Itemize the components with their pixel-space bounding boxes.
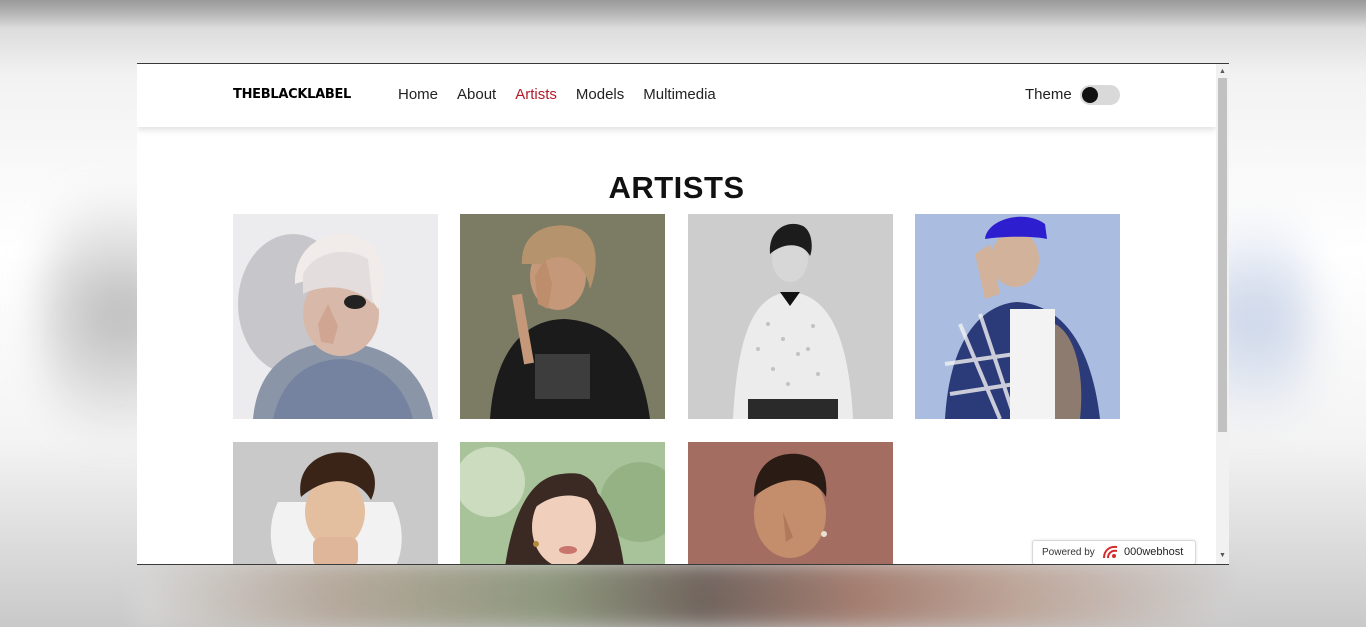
artist-grid [233, 214, 1120, 564]
theme-label: Theme [1025, 86, 1072, 103]
theme-toggle[interactable] [1080, 85, 1120, 105]
vertical-scrollbar[interactable]: ▲ ▼ [1216, 64, 1229, 564]
artist-card-7[interactable] [688, 442, 893, 564]
artist-card-5[interactable] [233, 442, 438, 564]
nav-link-artists[interactable]: Artists [515, 86, 557, 103]
webhost-logo-icon [1101, 544, 1121, 563]
browser-window: THEBLACKLABEL Home About Artists Models … [137, 63, 1229, 565]
scroll-up-arrow-icon[interactable]: ▲ [1216, 66, 1229, 78]
artist-photo-6 [460, 442, 665, 564]
artist-card-1[interactable] [233, 214, 438, 419]
nav-link-multimedia[interactable]: Multimedia [643, 86, 716, 103]
artist-photo-7 [688, 442, 893, 564]
site-logo[interactable]: THEBLACKLABEL [233, 87, 351, 102]
artist-card-2[interactable] [460, 214, 665, 419]
artist-photo-1 [233, 214, 438, 419]
backdrop-top [0, 0, 1366, 28]
artist-card-6[interactable] [460, 442, 665, 564]
powered-by-badge[interactable]: Powered by 000webhost [1032, 540, 1196, 564]
nav-link-models[interactable]: Models [576, 86, 624, 103]
navbar: THEBLACKLABEL Home About Artists Models … [137, 64, 1216, 127]
artist-card-4[interactable] [915, 214, 1120, 419]
artist-card-3[interactable] [688, 214, 893, 419]
page-title: ARTISTS [608, 169, 745, 205]
scroll-down-arrow-icon[interactable]: ▼ [1216, 550, 1229, 562]
artist-photo-3 [688, 214, 893, 419]
artist-photo-5 [233, 442, 438, 564]
artist-photo-2 [460, 214, 665, 419]
theme-toggle-knob [1082, 87, 1098, 103]
scroll-thumb[interactable] [1218, 78, 1227, 432]
nav-link-about[interactable]: About [457, 86, 496, 103]
nav-menu: Home About Artists Models Multimedia [398, 86, 735, 103]
backdrop-blur-bottom [137, 562, 1229, 627]
artist-photo-4 [915, 214, 1120, 419]
webhost-brand: 000webhost [1124, 546, 1184, 558]
page-content: THEBLACKLABEL Home About Artists Models … [137, 64, 1216, 564]
nav-link-home[interactable]: Home [398, 86, 438, 103]
powered-by-text: Powered by [1042, 547, 1095, 558]
